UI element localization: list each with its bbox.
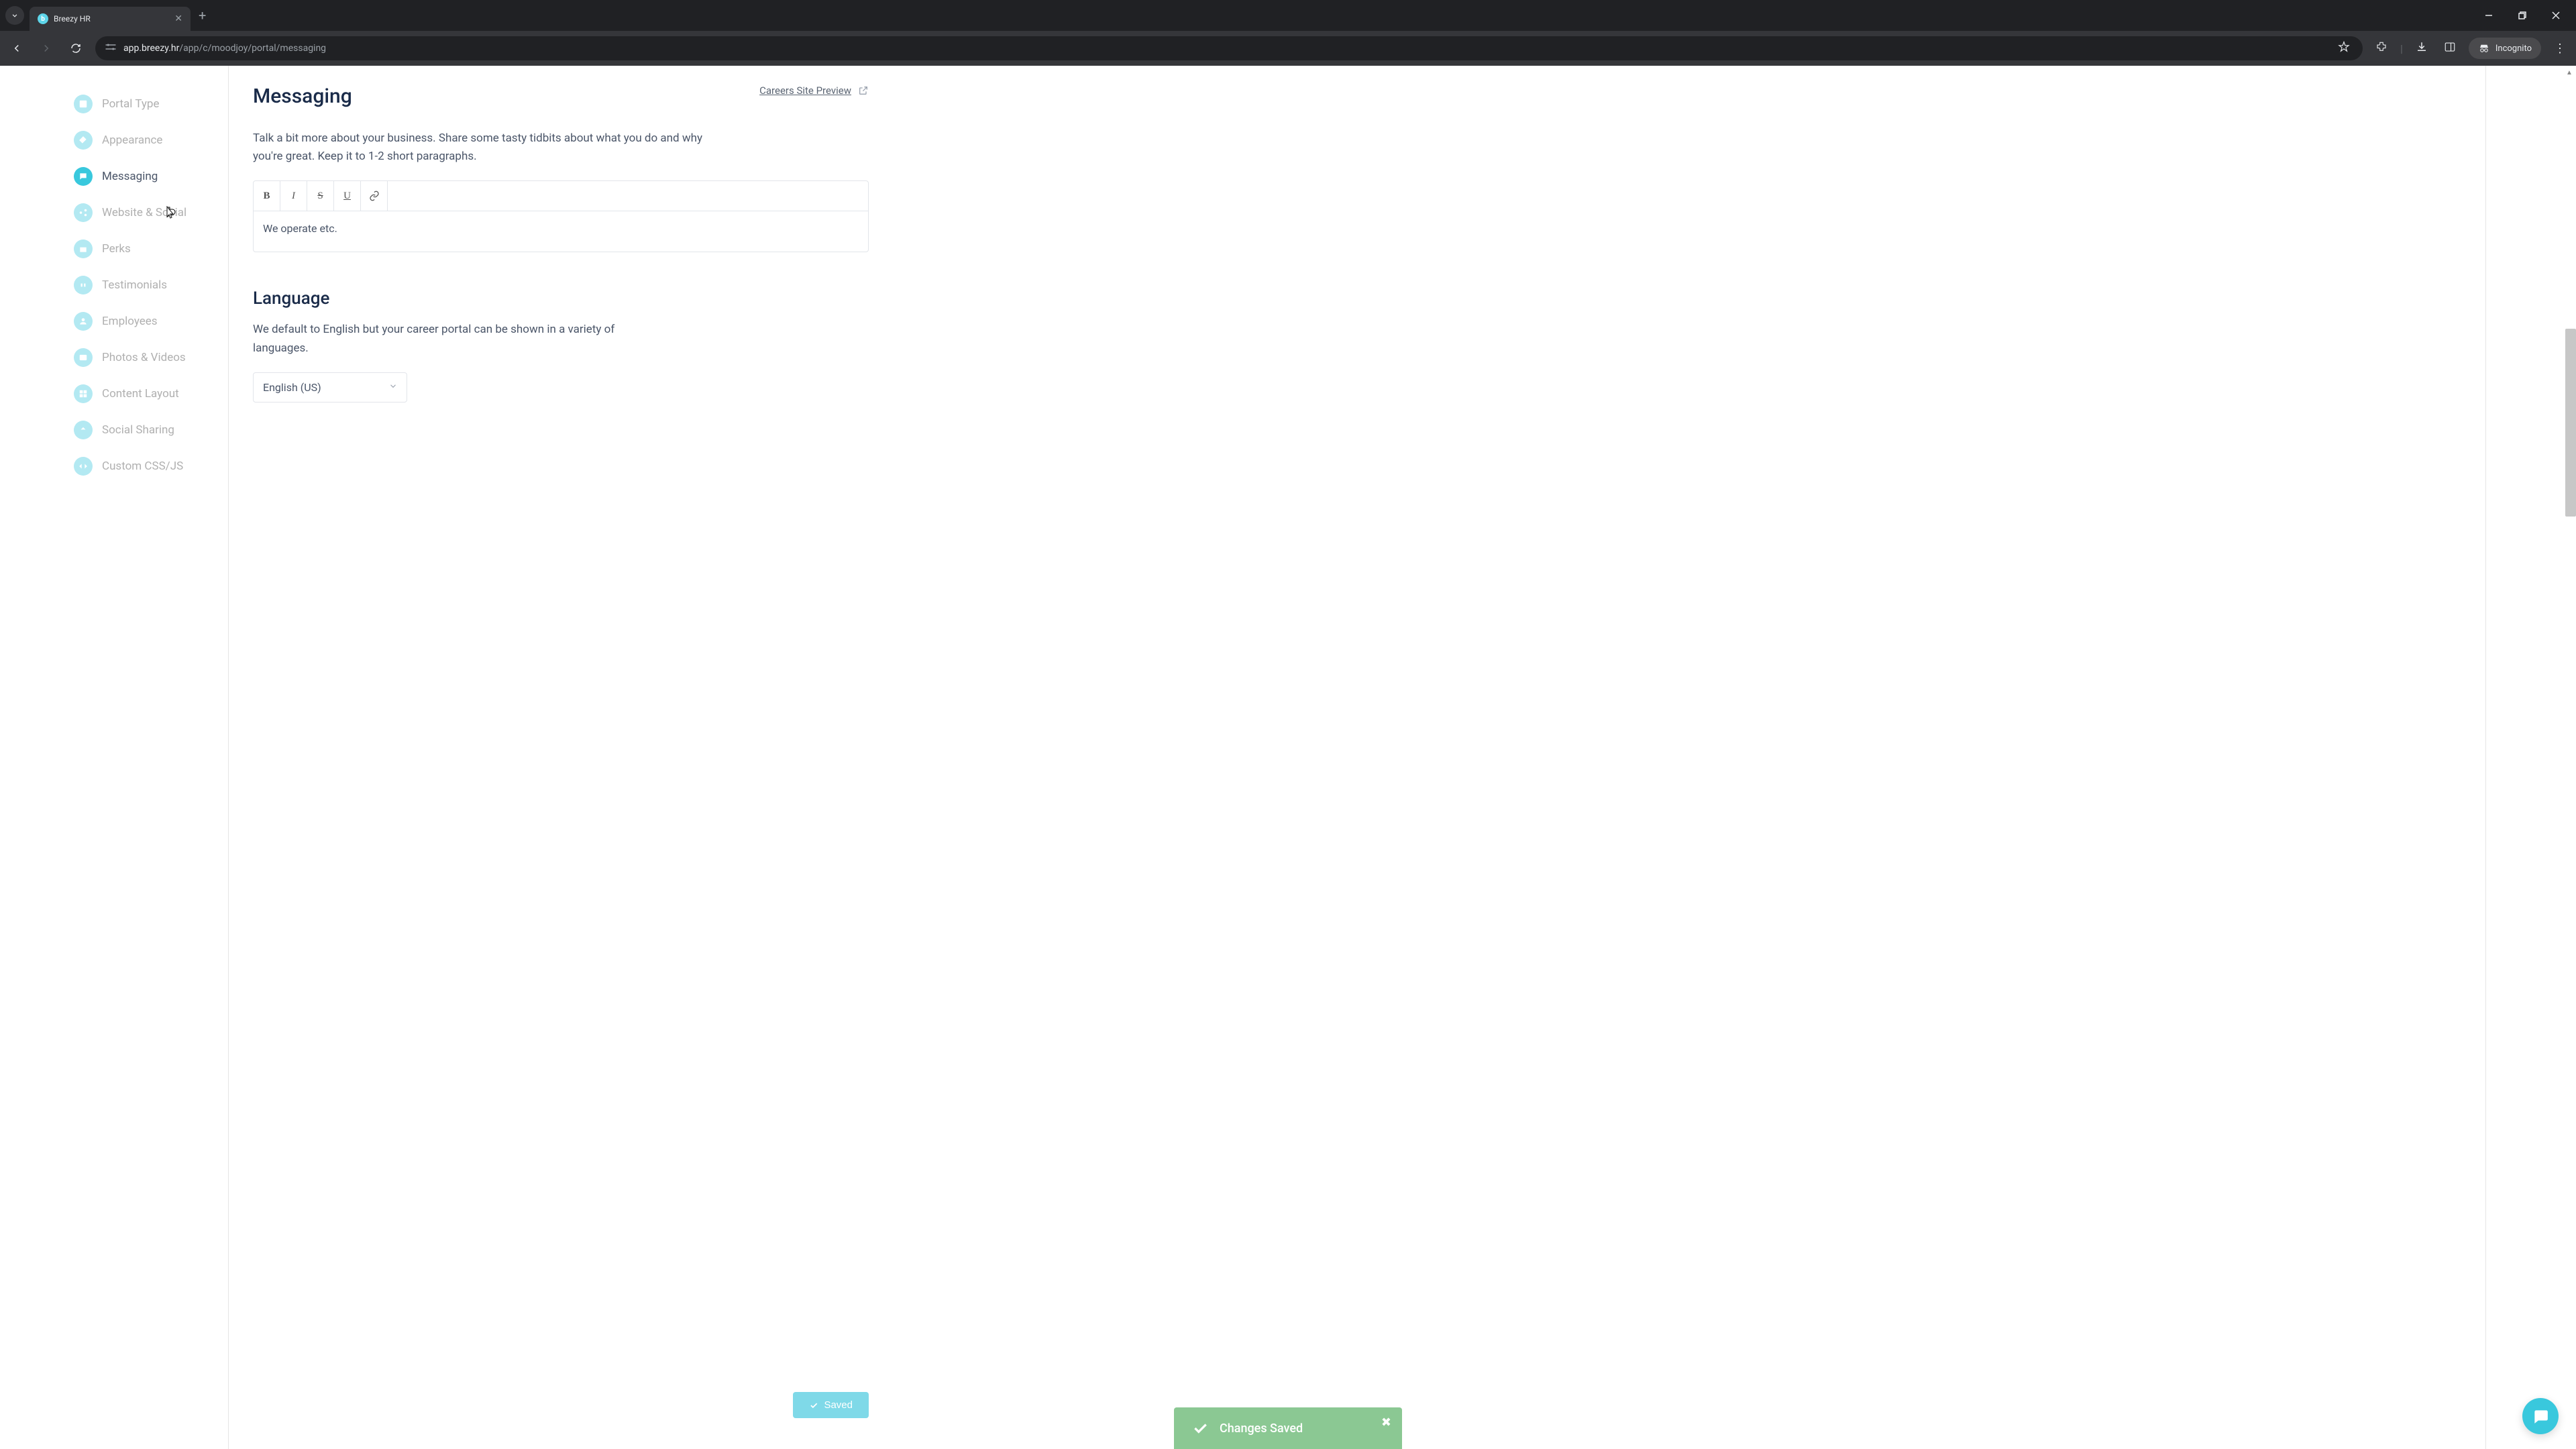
tab-title: Breezy HR xyxy=(54,14,169,23)
browser-tab-strip: b Breezy HR ✕ + xyxy=(0,0,2576,31)
sidebar-item-portal-type[interactable]: Portal Type xyxy=(74,86,215,122)
brush-icon xyxy=(74,131,93,150)
italic-button[interactable]: I xyxy=(280,181,307,211)
share-icon xyxy=(74,203,93,222)
window-controls xyxy=(2474,5,2576,26)
image-icon xyxy=(74,348,93,367)
browser-toolbar: app.breezy.hr/app/c/moodjoy/portal/messa… xyxy=(0,31,2576,66)
sidebar-item-perks[interactable]: Perks xyxy=(74,231,215,267)
people-icon xyxy=(74,312,93,331)
reload-button[interactable] xyxy=(66,38,86,58)
share-alt-icon xyxy=(74,421,93,439)
sidebar-item-photos-videos[interactable]: Photos & Videos xyxy=(74,339,215,376)
changes-saved-toast: Changes Saved ✖ xyxy=(1174,1407,1402,1449)
back-button[interactable] xyxy=(7,38,27,58)
language-select[interactable]: English (US) xyxy=(253,372,407,402)
external-link-icon xyxy=(858,85,869,96)
content-right-border xyxy=(2485,66,2486,1449)
underline-button[interactable]: U xyxy=(334,181,361,211)
sidebar-item-label: Custom CSS/JS xyxy=(102,460,183,473)
close-window-button[interactable] xyxy=(2541,5,2571,26)
browser-menu-button[interactable]: ⋮ xyxy=(2551,42,2569,56)
check-icon xyxy=(1191,1419,1209,1437)
downloads-button[interactable] xyxy=(2412,41,2431,56)
toast-message: Changes Saved xyxy=(1220,1421,1303,1436)
main-panel: Messaging Careers Site Preview Talk a bi… xyxy=(229,66,893,1449)
sidebar-item-appearance[interactable]: Appearance xyxy=(74,122,215,158)
site-settings-icon[interactable] xyxy=(105,42,117,55)
url-text: app.breezy.hr/app/c/moodjoy/portal/messa… xyxy=(123,43,2328,54)
bold-button[interactable]: B xyxy=(254,181,280,211)
check-icon xyxy=(809,1401,818,1410)
strikethrough-button[interactable]: S xyxy=(307,181,334,211)
minimize-button[interactable] xyxy=(2474,5,2504,26)
incognito-badge[interactable]: Incognito xyxy=(2469,38,2541,59)
sidebar-item-testimonials[interactable]: Testimonials xyxy=(74,267,215,303)
close-tab-button[interactable]: ✕ xyxy=(174,14,182,23)
sidebar-item-label: Social Sharing xyxy=(102,423,174,437)
chat-icon xyxy=(74,167,93,186)
quote-icon xyxy=(74,276,93,294)
saved-button[interactable]: Saved xyxy=(793,1392,869,1418)
settings-sidebar: Portal Type Appearance Messaging Website… xyxy=(0,66,229,1449)
sidebar-item-messaging[interactable]: Messaging xyxy=(74,158,215,195)
editor-toolbar: B I S U xyxy=(254,181,868,211)
sidebar-item-label: Website & Social xyxy=(102,206,186,219)
careers-preview-link[interactable]: Careers Site Preview xyxy=(759,85,869,97)
sidebar-item-label: Portal Type xyxy=(102,97,159,111)
new-tab-button[interactable]: + xyxy=(199,7,206,23)
sidebar-item-label: Employees xyxy=(102,315,158,328)
tab-favicon-icon: b xyxy=(38,13,48,24)
editor-content[interactable]: We operate etc. xyxy=(254,211,868,252)
app-content: Portal Type Appearance Messaging Website… xyxy=(0,66,2576,1449)
tab-search-button[interactable] xyxy=(5,6,24,25)
rich-text-editor: B I S U We operate etc. xyxy=(253,180,869,252)
messaging-help-text: Talk a bit more about your business. Sha… xyxy=(253,129,709,166)
code-icon xyxy=(74,457,93,476)
sidebar-item-label: Appearance xyxy=(102,133,162,147)
maximize-button[interactable] xyxy=(2508,5,2537,26)
grid-icon xyxy=(74,384,93,403)
toast-close-button[interactable]: ✖ xyxy=(1381,1415,1391,1430)
incognito-icon xyxy=(2478,44,2490,53)
sidebar-item-employees[interactable]: Employees xyxy=(74,303,215,339)
chat-bubble-icon xyxy=(2532,1407,2549,1425)
intercom-chat-button[interactable] xyxy=(2522,1398,2559,1434)
extensions-button[interactable] xyxy=(2372,41,2391,56)
sidebar-item-label: Content Layout xyxy=(102,387,179,400)
link-button[interactable] xyxy=(361,181,388,211)
bookmark-button[interactable] xyxy=(2334,41,2353,56)
sidebar-item-custom-css-js[interactable]: Custom CSS/JS xyxy=(74,448,215,484)
language-section-title: Language xyxy=(253,288,869,309)
sidebar-item-label: Testimonials xyxy=(102,278,167,292)
sidebar-item-website-social[interactable]: Website & Social xyxy=(74,195,215,231)
sidebar-item-content-layout[interactable]: Content Layout xyxy=(74,376,215,412)
scrollbar-thumb[interactable] xyxy=(2565,329,2576,517)
side-panel-button[interactable] xyxy=(2440,41,2459,56)
gift-icon xyxy=(74,239,93,258)
sidebar-item-label: Messaging xyxy=(102,170,158,183)
browser-tab[interactable]: b Breezy HR ✕ xyxy=(30,7,191,31)
sidebar-item-label: Photos & Videos xyxy=(102,351,186,364)
scroll-up-arrow[interactable]: ▲ xyxy=(2564,67,2575,78)
language-help-text: We default to English but your career po… xyxy=(253,321,669,357)
address-bar[interactable]: app.breezy.hr/app/c/moodjoy/portal/messa… xyxy=(95,36,2363,60)
layout-icon xyxy=(74,95,93,113)
sidebar-item-social-sharing[interactable]: Social Sharing xyxy=(74,412,215,448)
page-title: Messaging xyxy=(253,85,352,108)
forward-button[interactable] xyxy=(36,38,56,58)
sidebar-item-label: Perks xyxy=(102,242,131,256)
